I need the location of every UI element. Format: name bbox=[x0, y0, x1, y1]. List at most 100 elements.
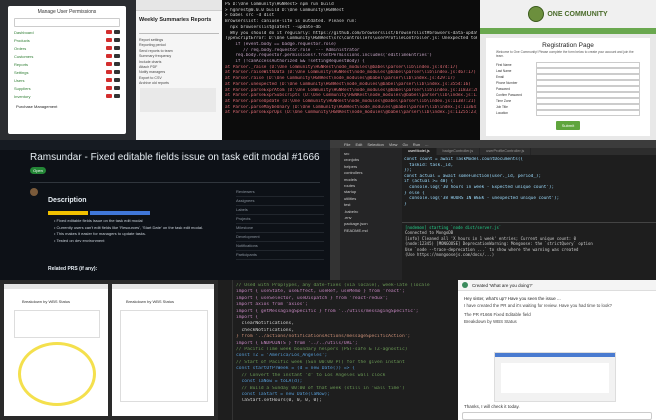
registration-title: Registration Page bbox=[542, 42, 594, 49]
file-explorer: src cronjobs helpers controllers models route… bbox=[340, 148, 402, 280]
field-input[interactable] bbox=[536, 109, 640, 116]
permission-label: Products bbox=[14, 37, 30, 43]
delete-button[interactable] bbox=[106, 62, 112, 66]
related-prs: Related PRS (if any): bbox=[48, 266, 98, 272]
menu-item[interactable]: File bbox=[344, 142, 350, 147]
delete-button[interactable] bbox=[106, 38, 112, 42]
browser-toolbar bbox=[136, 0, 222, 11]
menu-item[interactable]: View bbox=[389, 142, 398, 147]
sidebar-section: Assignees bbox=[236, 197, 324, 206]
toggle-button[interactable] bbox=[114, 46, 120, 50]
delete-button[interactable] bbox=[106, 46, 112, 50]
menu-item[interactable]: Go bbox=[402, 142, 407, 147]
toggle-button[interactable] bbox=[114, 78, 120, 82]
report-tabs[interactable] bbox=[139, 27, 219, 34]
description-heading: Description bbox=[48, 197, 87, 204]
registration-intro: Welcome to One Community! Please complet… bbox=[496, 50, 634, 58]
permission-list: Dashboard Products Orders Customers Reports S… bbox=[14, 28, 120, 100]
vscode-window: File Edit Selection View Go Run... src cronjob… bbox=[330, 140, 656, 280]
terminal-line: (Use https://mongoosejs.com/docs/...) bbox=[405, 252, 495, 258]
code-line: } bbox=[404, 201, 407, 207]
file-item[interactable]: README.md bbox=[340, 228, 402, 234]
toggle-button[interactable] bbox=[114, 86, 120, 90]
delete-button[interactable] bbox=[106, 78, 112, 82]
menu-item[interactable]: Edit bbox=[355, 142, 362, 147]
github-pr-window: Ramsundar - Fixed editable fields issue … bbox=[0, 140, 330, 280]
commenter-avatar bbox=[30, 188, 38, 196]
chat-message: Breakdown by WBS Status bbox=[464, 319, 517, 324]
permission-label: Users bbox=[14, 77, 25, 83]
chat-input[interactable] bbox=[462, 412, 652, 420]
delete-button[interactable] bbox=[106, 54, 112, 58]
registration-fields: First Name Last Name Email Phone Number Pass… bbox=[486, 61, 650, 117]
role-select[interactable] bbox=[14, 18, 120, 27]
menu-item[interactable]: ... bbox=[425, 142, 428, 147]
left-chart-area bbox=[14, 310, 100, 338]
toggle-button[interactable] bbox=[114, 62, 120, 66]
chat-header: Created 'What are you doing?' bbox=[458, 280, 656, 291]
toggle-button[interactable] bbox=[114, 70, 120, 74]
right-chart-area bbox=[120, 310, 208, 402]
toggle-button[interactable] bbox=[114, 30, 120, 34]
permission-label: Reports bbox=[14, 61, 29, 67]
pr-tabs[interactable] bbox=[30, 178, 320, 183]
registration-window: ONE COMMUNITY Registration Page Welcome … bbox=[480, 0, 656, 140]
pr-title: Ramsundar - Fixed editable fields issue … bbox=[30, 152, 320, 163]
left-breakdown-label: Breakdown by WBS Status bbox=[22, 299, 71, 304]
left-screenshot: Breakdown by WBS Status bbox=[4, 284, 108, 416]
permission-label: Dashboard bbox=[14, 29, 34, 35]
editor-tab[interactable]: userProfileController.js bbox=[480, 148, 532, 155]
field-label: Password bbox=[496, 86, 510, 91]
right-breakdown-label: Breakdown by WBS Status bbox=[126, 299, 175, 304]
logo-text: ONE COMMUNITY bbox=[547, 10, 608, 18]
embedded-content bbox=[501, 363, 609, 393]
field-label: Email bbox=[496, 74, 504, 79]
globe-logo-icon bbox=[528, 6, 545, 22]
delete-button[interactable] bbox=[106, 86, 112, 90]
terminal-output: PS D:\One Community\HGNRest> npm run bui… bbox=[222, 0, 480, 118]
chat-reply: Thanks, I will check it today. bbox=[464, 404, 520, 409]
chat-message: I have created the PR and it's waiting f… bbox=[464, 303, 613, 308]
menu-item[interactable]: Selection bbox=[367, 142, 383, 147]
field-label: Phone Number bbox=[496, 80, 518, 85]
form-row: Location bbox=[496, 109, 640, 116]
toggle-button[interactable] bbox=[114, 54, 120, 58]
chat-message: Hey sister, what's up? Have you seen the… bbox=[464, 296, 561, 301]
report-note-box bbox=[140, 88, 216, 112]
code-line: laStart.setHours(0, 0, 0, 0); bbox=[236, 398, 322, 404]
permission-row: Products bbox=[14, 36, 120, 44]
code-editor-bottom: // Used with PropTypes, any date-fixes (… bbox=[218, 280, 458, 420]
submit-button[interactable]: Submit bbox=[556, 121, 580, 130]
terminal-line: at Parser.raise (D:\One Community\HGNRes… bbox=[225, 76, 456, 82]
activity-bar bbox=[330, 148, 340, 280]
header-bar: ONE COMMUNITY bbox=[480, 0, 656, 28]
menu-item[interactable]: Run bbox=[413, 142, 420, 147]
sidebar-section: Notifications bbox=[236, 242, 324, 251]
delete-button[interactable] bbox=[106, 30, 112, 34]
report-lines: Report settings Reporting period Send repo… bbox=[136, 36, 222, 89]
permission-label: Settings bbox=[14, 69, 29, 75]
manager-card: Manage User Permissions Dashboard Product… bbox=[8, 6, 126, 134]
menu-bar: File Edit Selection View Go Run... bbox=[330, 140, 656, 148]
toggle-button[interactable] bbox=[114, 38, 120, 42]
chat-window: Created 'What are you doing?' Hey sister… bbox=[458, 280, 656, 420]
manager-permissions-window: Manage User Permissions Dashboard Product… bbox=[0, 0, 136, 140]
permission-row: Inventory bbox=[14, 92, 120, 100]
delete-button[interactable] bbox=[106, 70, 112, 74]
hand-drawn-circle bbox=[18, 342, 96, 406]
permission-label: Orders bbox=[14, 45, 27, 51]
terminal-panel: [nodemon] starting `node dist/server.js`… bbox=[402, 222, 656, 280]
manager-title: Manage User Permissions bbox=[37, 9, 97, 15]
sidebar-section: Milestone bbox=[236, 224, 324, 233]
weekly-reports-window: Weekly Summaries Reports Report settings… bbox=[136, 0, 222, 140]
field-label: First Name bbox=[496, 62, 512, 67]
toggle-button[interactable] bbox=[114, 94, 120, 98]
group-header: Purchase Management bbox=[16, 104, 58, 109]
embedded-bar bbox=[495, 353, 615, 357]
editor-tab[interactable]: userModel.js bbox=[402, 148, 437, 155]
editor-tab[interactable]: badgeController.js bbox=[436, 148, 481, 155]
permission-row: Reports bbox=[14, 60, 120, 68]
gutter bbox=[218, 280, 233, 420]
build-terminal: PS D:\One Community\HGNRest> npm run bui… bbox=[222, 0, 480, 140]
delete-button[interactable] bbox=[106, 94, 112, 98]
